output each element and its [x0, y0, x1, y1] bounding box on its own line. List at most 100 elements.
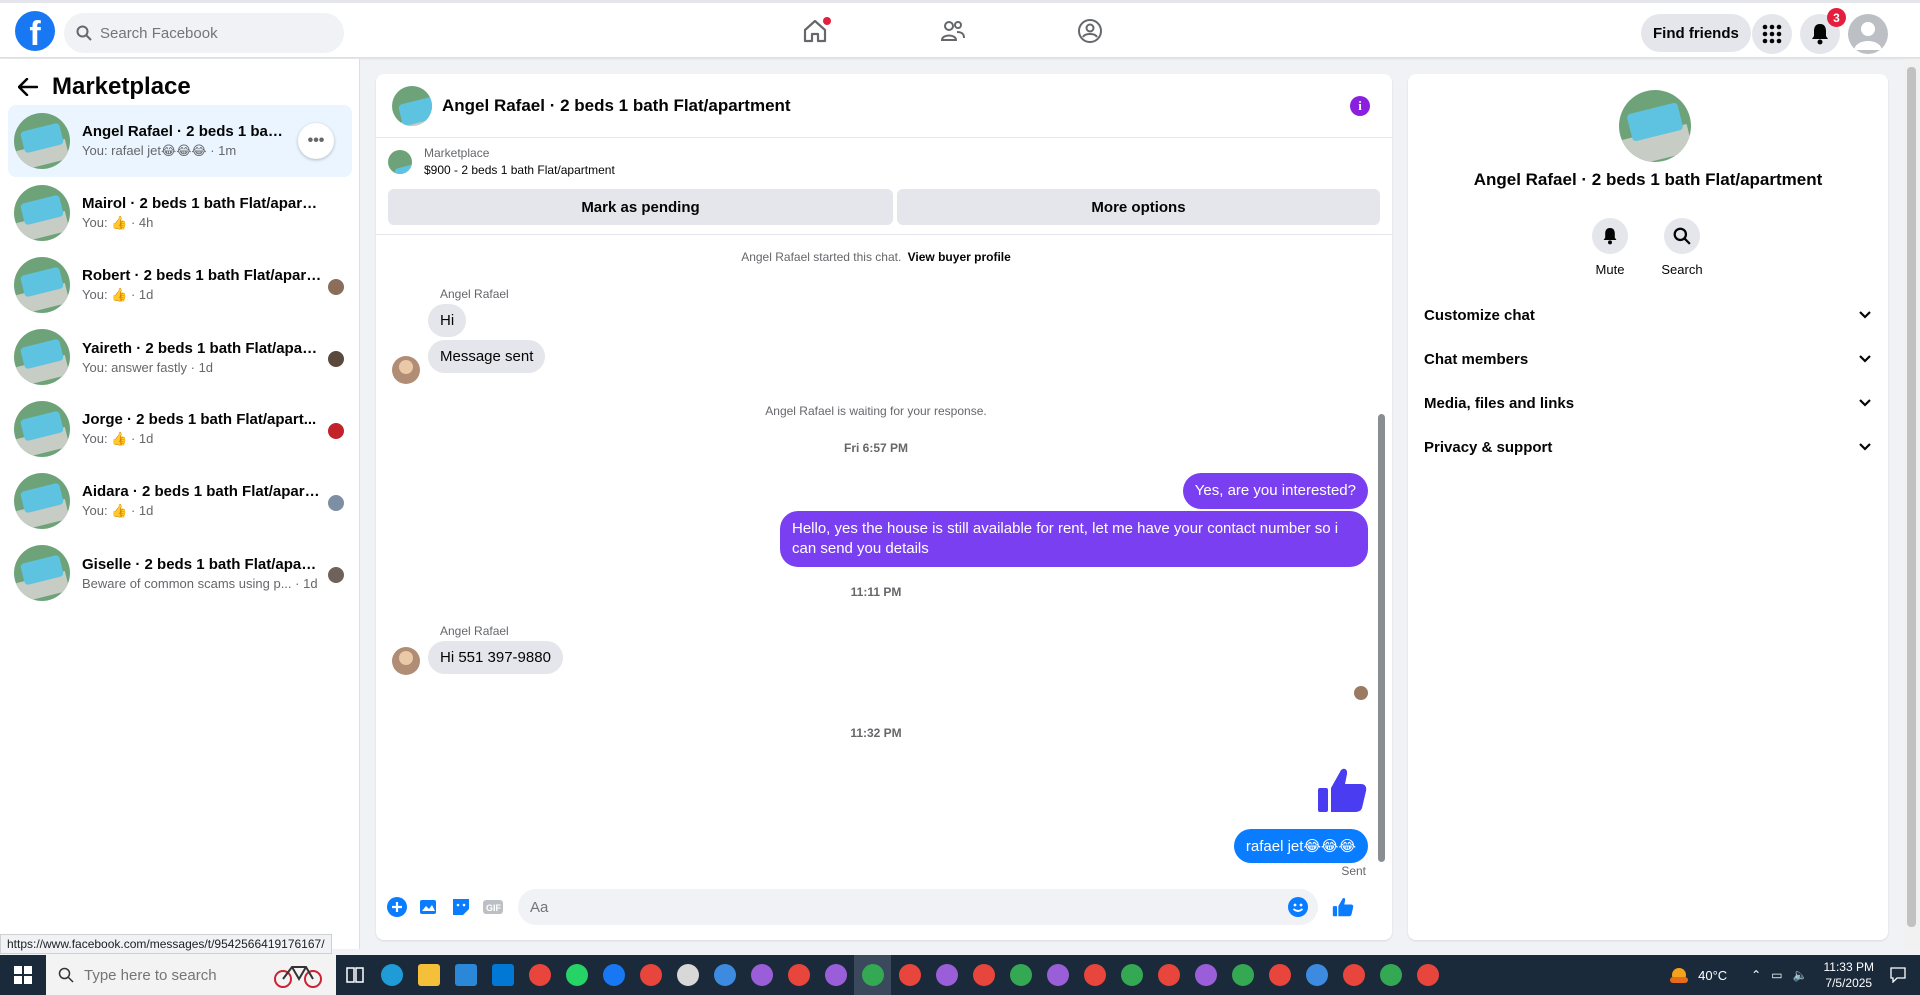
- facebook-logo-icon[interactable]: f: [15, 11, 55, 51]
- conversation-item-robert[interactable]: Robert · 2 beds 1 bath Flat/apart... You…: [8, 249, 352, 321]
- conversation-item-yaireth[interactable]: Yaireth · 2 beds 1 bath Flat/apart... Yo…: [8, 321, 352, 393]
- home-icon[interactable]: [801, 17, 831, 47]
- view-buyer-profile-link[interactable]: View buyer profile: [908, 250, 1011, 264]
- taskbar-search-input[interactable]: [84, 966, 264, 984]
- outgoing-message[interactable]: Yes, are you interested?: [1182, 473, 1368, 509]
- buyer-avatar[interactable]: [392, 356, 420, 384]
- file-explorer-icon[interactable]: [410, 955, 447, 995]
- notifications-button[interactable]: 3: [1800, 8, 1846, 54]
- chat-title[interactable]: Angel Rafael · 2 beds 1 bath Flat/apartm…: [442, 96, 791, 116]
- mark-as-pending-button[interactable]: Mark as pending: [388, 189, 893, 225]
- facebook-app-icon[interactable]: [595, 955, 632, 995]
- groups-icon[interactable]: [1076, 17, 1106, 47]
- edge-browser-icon[interactable]: [373, 955, 410, 995]
- info-icon[interactable]: i: [1350, 96, 1370, 116]
- conversation-item-jorge[interactable]: Jorge · 2 beds 1 bath Flat/apart... You:…: [8, 393, 352, 465]
- chat-scrollbar[interactable]: [1378, 414, 1385, 862]
- mail-icon[interactable]: [484, 955, 521, 995]
- friends-icon[interactable]: [939, 17, 969, 47]
- chrome-icon[interactable]: [1224, 955, 1261, 995]
- add-attachment-icon[interactable]: [386, 896, 408, 918]
- conversation-item-mairol[interactable]: Mairol · 2 beds 1 bath Flat/apartm... Yo…: [8, 177, 352, 249]
- mute-label: Mute: [1595, 262, 1625, 277]
- chrome-icon[interactable]: [1261, 955, 1298, 995]
- chrome-icon[interactable]: [1002, 955, 1039, 995]
- chrome-icon[interactable]: [780, 955, 817, 995]
- listing-large-thumbnail[interactable]: [1619, 90, 1691, 162]
- chat-members-item[interactable]: Chat members: [1424, 341, 1872, 377]
- chevron-down-icon: [1859, 355, 1871, 363]
- chrome-icon[interactable]: [817, 955, 854, 995]
- listing-thumbnail: [14, 473, 70, 529]
- notification-center-icon[interactable]: [1890, 967, 1906, 983]
- conversation-item-angel-rafael[interactable]: Angel Rafael · 2 beds 1 bath Flat/apartm…: [8, 105, 352, 177]
- chrome-icon[interactable]: [1409, 955, 1446, 995]
- chrome-icon[interactable]: [521, 955, 558, 995]
- app-icon[interactable]: [669, 955, 706, 995]
- chrome-icon[interactable]: [1039, 955, 1076, 995]
- show-hidden-icons-chevron-icon[interactable]: ⌃: [1751, 968, 1761, 982]
- privacy-support-item[interactable]: Privacy & support: [1424, 429, 1872, 465]
- page-scrollbar[interactable]: [1903, 59, 1920, 949]
- chrome-icon[interactable]: [1335, 955, 1372, 995]
- listing-summary[interactable]: Marketplace $900 - 2 beds 1 bath Flat/ap…: [386, 146, 615, 177]
- temperature[interactable]: 40°C: [1698, 968, 1727, 983]
- network-icon[interactable]: ▭: [1771, 968, 1782, 982]
- find-friends-button[interactable]: Find friends: [1641, 14, 1751, 52]
- photo-icon[interactable]: [418, 896, 440, 918]
- back-arrow-icon[interactable]: [18, 78, 38, 96]
- chrome-icon[interactable]: [1298, 955, 1335, 995]
- account-avatar[interactable]: [1848, 14, 1888, 54]
- chat-listing-thumbnail[interactable]: [392, 85, 432, 126]
- weather-icon[interactable]: [1668, 965, 1690, 985]
- mute-action[interactable]: Mute: [1580, 218, 1640, 277]
- volume-icon[interactable]: 🔈: [1793, 968, 1808, 982]
- chrome-icon[interactable]: [1372, 955, 1409, 995]
- customize-chat-item[interactable]: Customize chat: [1424, 297, 1872, 333]
- buyer-avatar: [328, 423, 344, 439]
- store-icon[interactable]: [447, 955, 484, 995]
- media-files-links-item[interactable]: Media, files and links: [1424, 385, 1872, 421]
- chrome-icon[interactable]: [928, 955, 965, 995]
- message-input-box[interactable]: [518, 889, 1318, 925]
- conversation-options-button[interactable]: •••: [298, 123, 334, 159]
- incoming-message[interactable]: Message sent: [428, 340, 546, 373]
- clock[interactable]: 11:33 PM 7/5/2025: [1824, 959, 1874, 991]
- chrome-icon[interactable]: [965, 955, 1002, 995]
- conversation-item-giselle[interactable]: Giselle · 2 beds 1 bath Flat/apart... Be…: [8, 537, 352, 609]
- chrome-icon[interactable]: [1150, 955, 1187, 995]
- sticker-icon[interactable]: [450, 896, 472, 918]
- chrome-icon-active[interactable]: [854, 955, 891, 995]
- chrome-icon[interactable]: [743, 955, 780, 995]
- conversation-title: Angel Rafael · 2 beds 1 bath Flat/apartm…: [82, 123, 287, 140]
- message-input[interactable]: [530, 898, 1270, 916]
- outgoing-message[interactable]: rafael jet😂😂😂: [1233, 829, 1368, 863]
- windows-start-button[interactable]: [0, 955, 46, 995]
- conversation-preview: You: 👍 · 1d: [82, 503, 154, 518]
- whatsapp-icon[interactable]: [558, 955, 595, 995]
- buyer-avatar[interactable]: [392, 647, 420, 675]
- chrome-icon[interactable]: [706, 955, 743, 995]
- menu-grid-button[interactable]: [1752, 14, 1792, 54]
- details-title[interactable]: Angel Rafael · 2 beds 1 bath Flat/apartm…: [1408, 170, 1888, 190]
- chrome-icon[interactable]: [1113, 955, 1150, 995]
- search-facebook-input[interactable]: [100, 24, 320, 42]
- facebook-search-box[interactable]: [64, 13, 344, 53]
- incoming-message[interactable]: Hi: [428, 304, 467, 337]
- chrome-icon[interactable]: [1187, 955, 1224, 995]
- conversation-item-aidara[interactable]: Aidara · 2 beds 1 bath Flat/apart... You…: [8, 465, 352, 537]
- more-options-button[interactable]: More options: [897, 189, 1380, 225]
- incoming-message[interactable]: Hi 551 397-9880: [428, 641, 563, 674]
- task-view-icon[interactable]: [336, 955, 373, 995]
- chrome-icon[interactable]: [632, 955, 669, 995]
- like-icon[interactable]: [1332, 896, 1354, 918]
- timestamp: Fri 6:57 PM: [843, 441, 909, 455]
- taskbar-search-box[interactable]: [46, 955, 336, 995]
- emoji-icon[interactable]: [1288, 897, 1308, 917]
- listing-thumbnail: [14, 401, 70, 457]
- search-in-chat-action[interactable]: Search: [1652, 218, 1712, 277]
- outgoing-message[interactable]: Hello, yes the house is still available …: [780, 511, 1368, 567]
- chrome-icon[interactable]: [1076, 955, 1113, 995]
- chrome-icon[interactable]: [891, 955, 928, 995]
- gif-icon[interactable]: GIF: [482, 896, 504, 918]
